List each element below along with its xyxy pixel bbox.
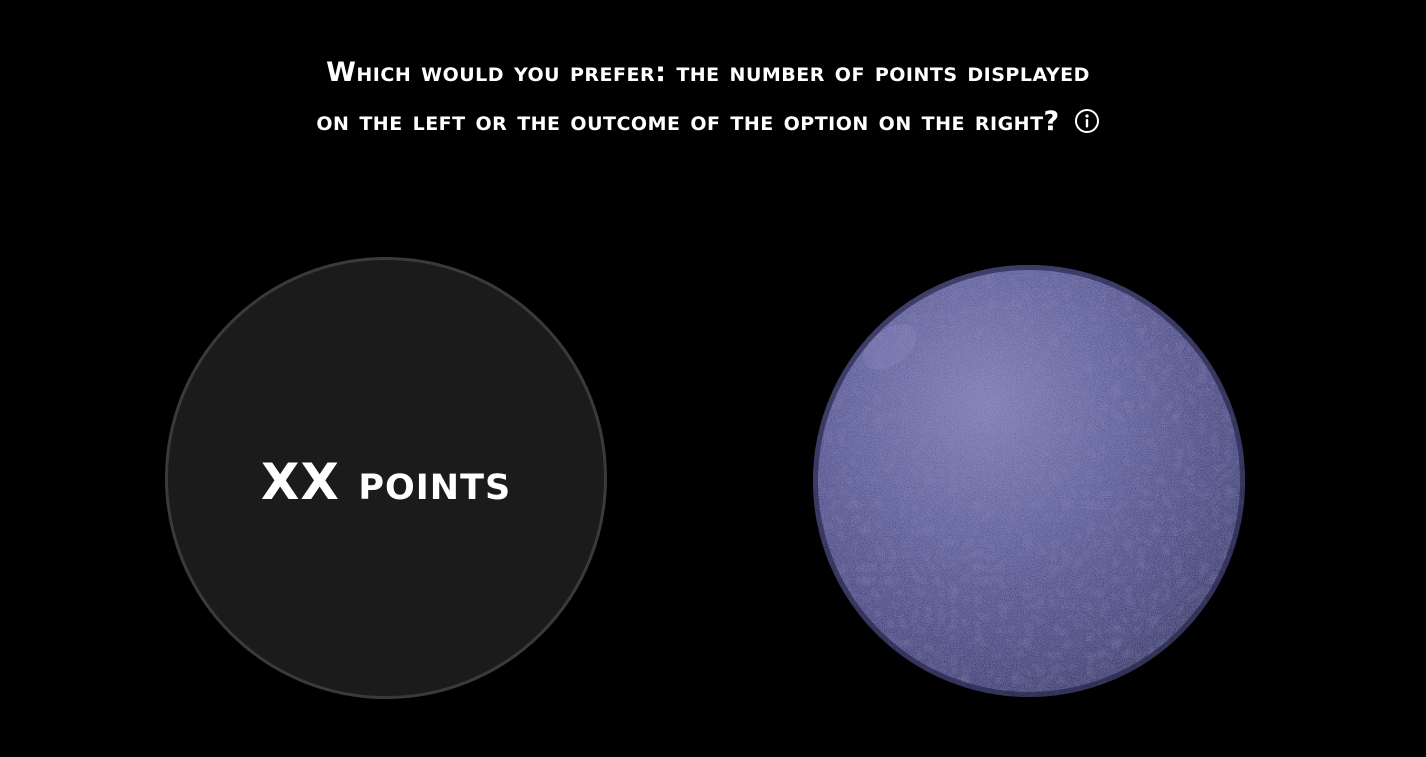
question-prompt: Which would you prefer: the number of po…: [150, 48, 1266, 146]
question-line-1: Which would you prefer: the number of po…: [326, 57, 1090, 88]
question-line-2-wrapper: on the left or the outcome of the option…: [150, 97, 1266, 146]
info-icon[interactable]: [1074, 101, 1100, 133]
question-line-2: on the left or the outcome of the option…: [316, 106, 1060, 137]
points-option-button[interactable]: XX points: [165, 257, 607, 699]
points-option-label: XX points: [260, 453, 512, 511]
rocky-sphere-image: [813, 265, 1245, 697]
sphere-option-button[interactable]: [810, 262, 1248, 700]
choice-screen: Which would you prefer: the number of po…: [0, 0, 1426, 757]
